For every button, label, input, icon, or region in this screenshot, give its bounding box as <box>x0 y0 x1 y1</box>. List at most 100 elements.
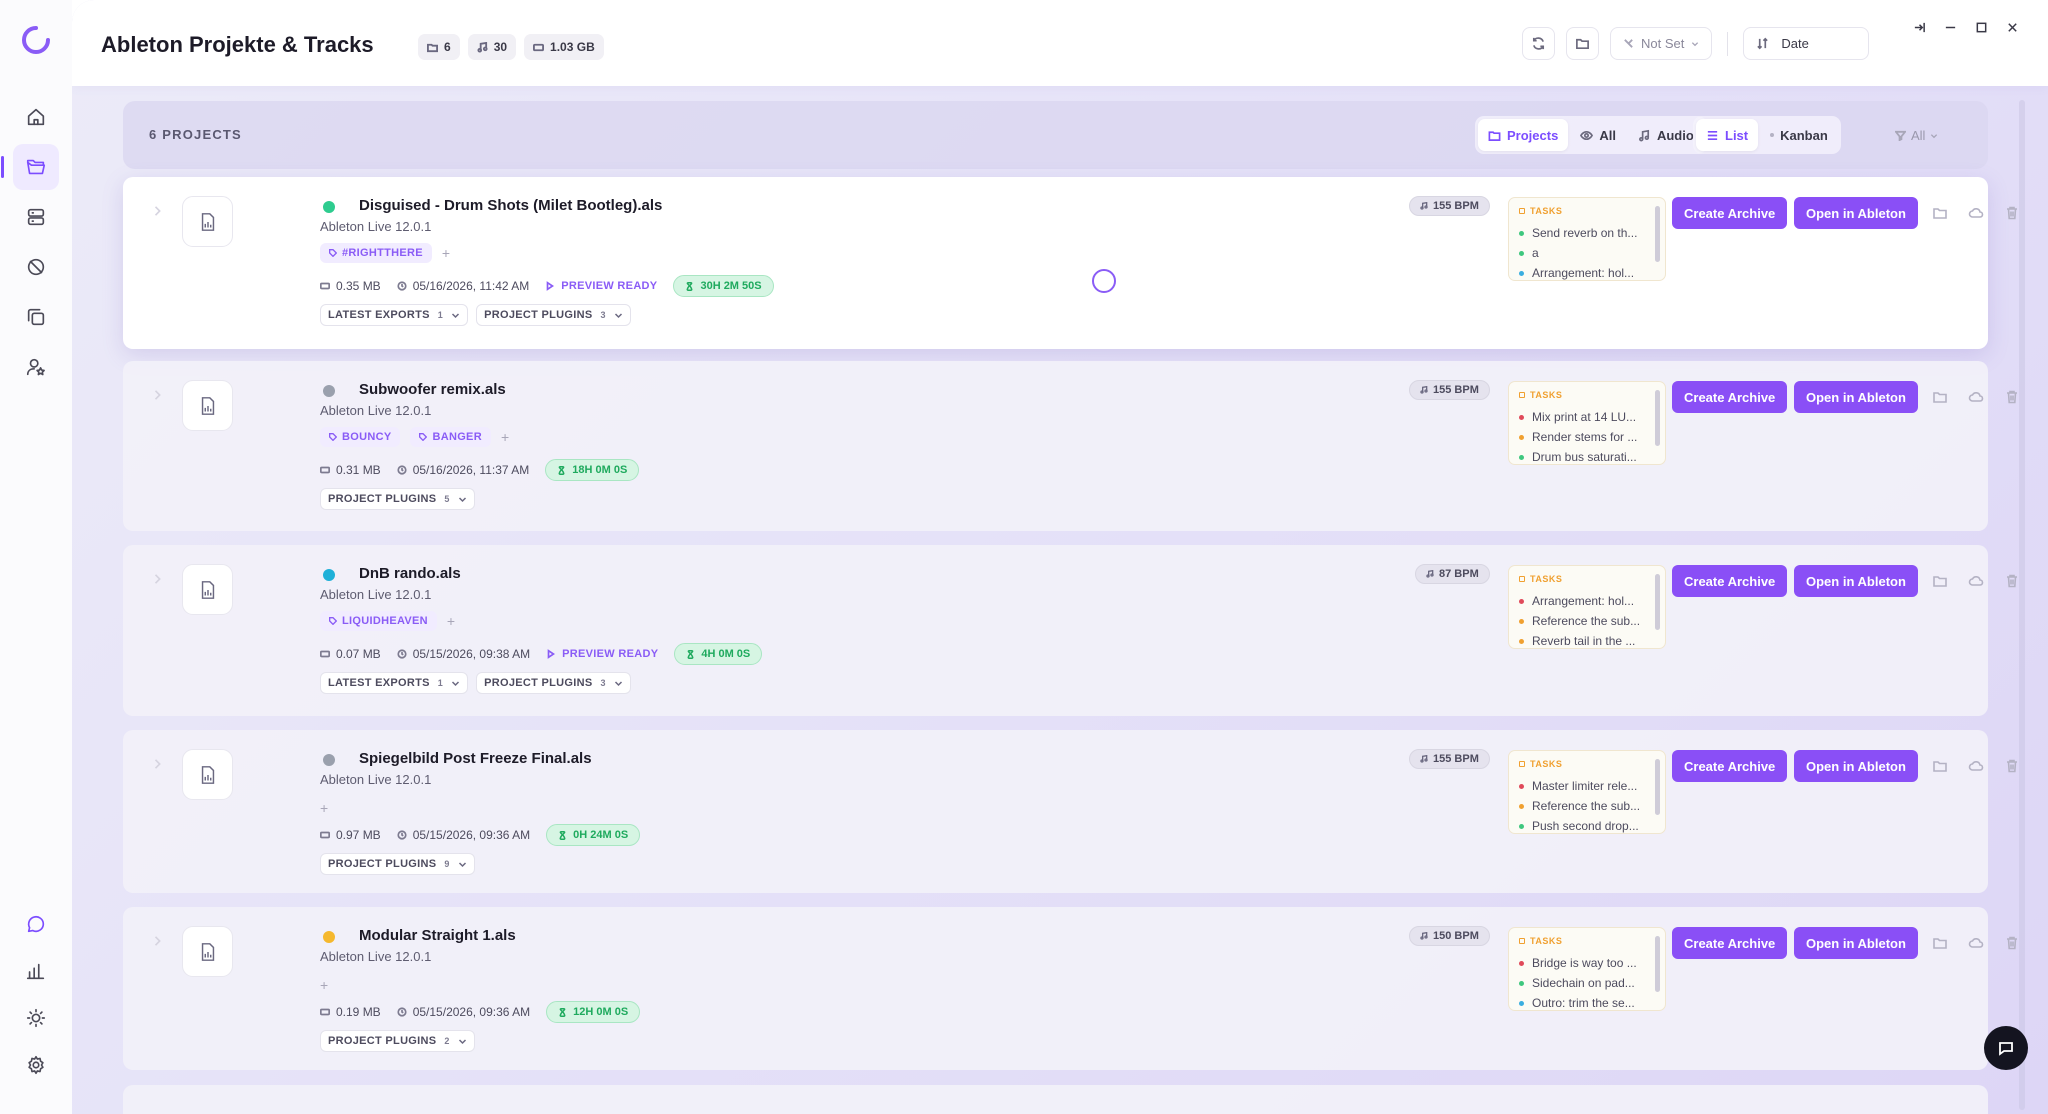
tasks-panel[interactable]: TASKS Master limiter rele... Reference th… <box>1508 750 1666 834</box>
expand-toggle[interactable] <box>153 203 163 216</box>
tasks-panel[interactable]: TASKS Arrangement: hol... Reference the s… <box>1508 565 1666 649</box>
expand-toggle[interactable] <box>153 756 163 769</box>
task-item[interactable]: Push second drop... <box>1519 816 1649 833</box>
project-tag[interactable]: LIQUIDHEAVEN <box>320 611 437 631</box>
add-tag-button[interactable]: + <box>320 977 328 993</box>
project-name[interactable]: Spiegelbild Post Freeze Final.als <box>359 750 592 767</box>
minimize-button[interactable] <box>1943 20 1958 35</box>
open-folder-button[interactable] <box>1566 27 1599 60</box>
delete-button[interactable] <box>2004 389 2020 410</box>
cloud-sync-button[interactable] <box>1968 935 1984 956</box>
add-tag-button[interactable]: + <box>501 429 509 445</box>
open-in-ableton-button[interactable]: Open in Ableton <box>1794 750 1918 782</box>
delete-button[interactable] <box>2004 205 2020 226</box>
create-archive-button[interactable]: Create Archive <box>1672 927 1788 959</box>
layout-kanban[interactable]: Kanban <box>1760 119 1838 151</box>
project-plugins-dropdown[interactable]: PROJECT PLUGINS 2 <box>320 1030 475 1052</box>
task-item[interactable]: Drum bus saturati... <box>1519 447 1649 464</box>
show-in-folder-button[interactable] <box>1932 758 1948 779</box>
project-card[interactable]: Modular Straight 1.als Ableton Live 12.0… <box>123 907 2017 1070</box>
project-plugins-dropdown[interactable]: PROJECT PLUGINS 9 <box>320 853 475 875</box>
add-tag-button[interactable]: + <box>442 245 450 261</box>
tasks-scrollbar[interactable] <box>1655 936 1660 992</box>
sort-select[interactable]: Date <box>1743 27 1870 60</box>
task-item[interactable]: Render stems for ... <box>1519 427 1649 447</box>
latest-exports-dropdown[interactable]: LATEST EXPORTS 1 <box>320 304 469 326</box>
create-archive-button[interactable]: Create Archive <box>1672 197 1788 229</box>
tasks-panel[interactable]: TASKS Send reverb on th... a Arrangement: … <box>1508 197 1666 281</box>
project-name[interactable]: DnB rando.als <box>359 565 461 582</box>
create-archive-button[interactable]: Create Archive <box>1672 565 1788 597</box>
filter-all[interactable]: All <box>1570 119 1626 151</box>
tasks-panel[interactable]: TASKS Bridge is way too ... Sidechain on … <box>1508 927 1666 1011</box>
cloud-sync-button[interactable] <box>1968 573 1984 594</box>
task-item[interactable]: Arrangement: hol... <box>1519 591 1649 611</box>
task-item[interactable]: Reverb tail in the ... <box>1519 631 1649 648</box>
sidebar-item-collections[interactable] <box>13 294 59 340</box>
project-tag[interactable]: BOUNCY <box>320 427 401 447</box>
task-item[interactable]: Arrangement: hol... <box>1519 263 1649 280</box>
open-in-ableton-button[interactable]: Open in Ableton <box>1794 381 1918 413</box>
expand-toggle[interactable] <box>153 571 163 584</box>
open-in-ableton-button[interactable]: Open in Ableton <box>1794 927 1918 959</box>
project-name[interactable]: Disguised - Drum Shots (Milet Bootleg).a… <box>359 197 662 214</box>
cloud-sync-button[interactable] <box>1968 205 1984 226</box>
tasks-scrollbar[interactable] <box>1655 759 1660 815</box>
filter-select[interactable]: Not Set <box>1610 27 1713 60</box>
tasks-panel[interactable]: TASKS Mix print at 14 LU... Render stems … <box>1508 381 1666 465</box>
project-card[interactable]: Spiegelbild Post Freeze Final.als Ableto… <box>123 730 2017 893</box>
project-card[interactable]: Disguised - Drum Shots (Milet Bootleg).a… <box>123 177 2017 349</box>
tasks-scrollbar[interactable] <box>1655 206 1660 262</box>
latest-exports-dropdown[interactable]: LATEST EXPORTS 1 <box>320 672 469 694</box>
sidebar-item-home[interactable] <box>13 94 59 140</box>
project-card[interactable]: Subwoofer remix.als Ableton Live 12.0.1 … <box>123 361 2017 531</box>
project-plugins-dropdown[interactable]: PROJECT PLUGINS 5 <box>320 488 475 510</box>
task-item[interactable]: a <box>1519 243 1649 263</box>
project-name[interactable]: Subwoofer remix.als <box>359 381 506 398</box>
task-item[interactable]: Outro: trim the se... <box>1519 993 1649 1010</box>
expand-toggle[interactable] <box>153 387 163 400</box>
sidebar-item-projects[interactable] <box>1 144 59 190</box>
cloud-sync-button[interactable] <box>1968 389 1984 410</box>
sidebar-item-chat[interactable] <box>13 901 59 947</box>
project-tag[interactable]: BANGER <box>410 427 491 447</box>
project-name[interactable]: Modular Straight 1.als <box>359 927 516 944</box>
tasks-scrollbar[interactable] <box>1655 390 1660 446</box>
task-item[interactable]: Send reverb on th... <box>1519 223 1649 243</box>
delete-button[interactable] <box>2004 573 2020 594</box>
expand-toggle[interactable] <box>153 933 163 946</box>
task-item[interactable]: Master limiter rele... <box>1519 776 1649 796</box>
task-item[interactable]: Mix print at 14 LU... <box>1519 407 1649 427</box>
project-card[interactable]: DnB rando.als Ableton Live 12.0.1 LIQUID… <box>123 545 2017 716</box>
project-plugins-dropdown[interactable]: PROJECT PLUGINS 3 <box>476 304 631 326</box>
refresh-button[interactable] <box>1522 27 1555 60</box>
sidebar-item-blocked[interactable] <box>13 244 59 290</box>
show-in-folder-button[interactable] <box>1932 935 1948 956</box>
delete-button[interactable] <box>2004 935 2020 956</box>
maximize-button[interactable] <box>1974 20 1989 35</box>
chat-fab-button[interactable] <box>1984 1026 2028 1070</box>
create-archive-button[interactable]: Create Archive <box>1672 381 1788 413</box>
type-filter-select[interactable]: All <box>1895 128 1938 143</box>
project-tag[interactable]: #RIGHTTHERE <box>320 243 432 263</box>
sidebar-item-storage[interactable] <box>13 194 59 240</box>
show-in-folder-button[interactable] <box>1932 573 1948 594</box>
task-item[interactable]: Reference the sub... <box>1519 611 1649 631</box>
open-in-ableton-button[interactable]: Open in Ableton <box>1794 197 1918 229</box>
task-item[interactable]: Reference the sub... <box>1519 796 1649 816</box>
sidebar-item-stats[interactable] <box>13 948 59 994</box>
collapse-window-button[interactable] <box>1912 20 1927 35</box>
sidebar-item-users[interactable] <box>13 344 59 390</box>
show-in-folder-button[interactable] <box>1932 205 1948 226</box>
project-card-partial[interactable] <box>123 1085 1988 1114</box>
add-tag-button[interactable]: + <box>447 613 455 629</box>
cloud-sync-button[interactable] <box>1968 758 1984 779</box>
add-tag-button[interactable]: + <box>320 800 328 816</box>
task-item[interactable]: Sidechain on pad... <box>1519 973 1649 993</box>
show-in-folder-button[interactable] <box>1932 389 1948 410</box>
open-in-ableton-button[interactable]: Open in Ableton <box>1794 565 1918 597</box>
sidebar-item-settings[interactable] <box>13 1042 59 1088</box>
delete-button[interactable] <box>2004 758 2020 779</box>
tasks-scrollbar[interactable] <box>1655 574 1660 630</box>
task-item[interactable]: Bridge is way too ... <box>1519 953 1649 973</box>
